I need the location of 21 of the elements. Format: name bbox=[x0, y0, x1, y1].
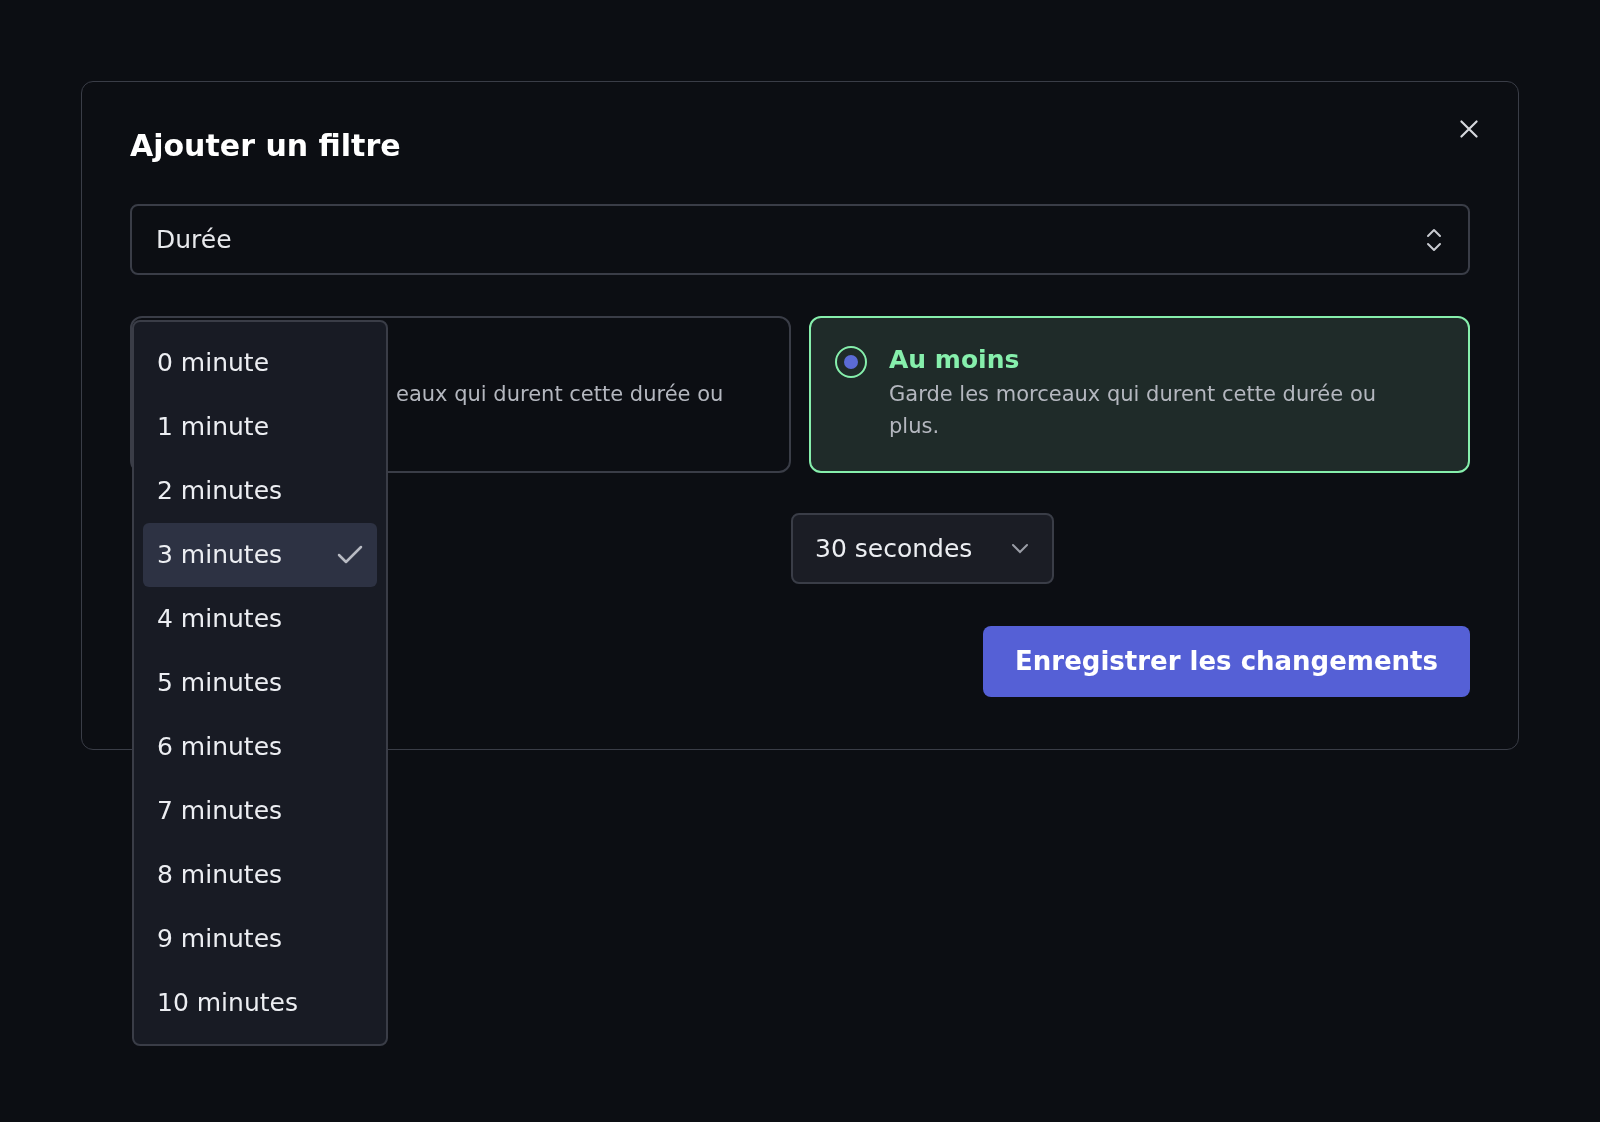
menu-item[interactable]: 7 minutes bbox=[143, 779, 377, 843]
option-title: Au moins bbox=[889, 344, 1021, 376]
save-button[interactable]: Enregistrer les changements bbox=[983, 626, 1470, 697]
option-card[interactable]: Au moins Garde les morceaux qui durent cette durée ou plus. bbox=[809, 316, 1470, 473]
option-description: eaux qui durent cette durée ou bbox=[396, 381, 724, 408]
chevron-down-icon bbox=[1010, 542, 1030, 555]
menu-item[interactable]: 3 minutes bbox=[143, 523, 377, 587]
menu-item[interactable]: 10 minutes bbox=[143, 971, 377, 1035]
menu-item[interactable]: 0 minute bbox=[143, 331, 377, 395]
dialog-title: Ajouter un filtre bbox=[130, 127, 402, 165]
menu-item[interactable]: 6 minutes bbox=[143, 715, 377, 779]
menu-item[interactable]: 4 minutes bbox=[143, 587, 377, 651]
radio-button[interactable] bbox=[835, 346, 867, 378]
menu-item[interactable]: 8 minutes bbox=[143, 843, 377, 907]
menu-item[interactable]: 9 minutes bbox=[143, 907, 377, 971]
menu-item[interactable]: 5 minutes bbox=[143, 651, 377, 715]
option-description: Garde les morceaux qui durent cette durée ou plus. bbox=[889, 381, 1378, 440]
filter-type-select[interactable]: Durée bbox=[130, 204, 1470, 275]
menu-item[interactable]: 1 minute bbox=[143, 395, 377, 459]
checkmark-icon bbox=[337, 545, 363, 565]
seconds-select[interactable]: 30 secondes bbox=[791, 513, 1054, 584]
